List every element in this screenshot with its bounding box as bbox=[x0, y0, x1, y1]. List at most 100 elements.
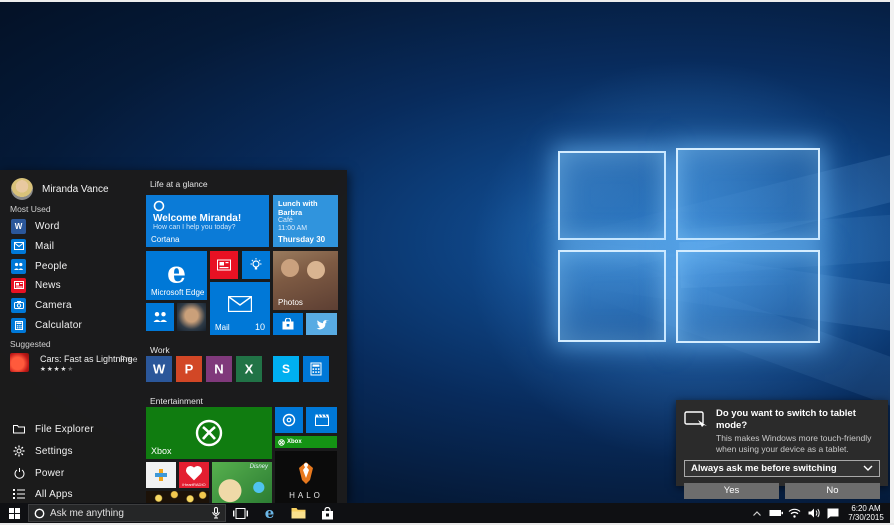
sidebar-item-people[interactable]: People bbox=[0, 256, 146, 276]
taskbar-search[interactable] bbox=[28, 504, 226, 522]
tile-calendar[interactable]: Lunch with Barbra Café 11:00 AM Thursday… bbox=[273, 195, 338, 247]
tile-powerpoint[interactable]: P bbox=[176, 356, 202, 382]
tile-movies-tv[interactable] bbox=[306, 407, 337, 433]
tile-label: Cortana bbox=[151, 235, 179, 244]
tablet-touch-icon bbox=[684, 410, 708, 455]
tablet-mode-dialog: Do you want to switch to tablet mode? Th… bbox=[676, 400, 888, 486]
iheartradio-label: iHeartRADIO bbox=[179, 482, 209, 487]
tablet-mode-dropdown[interactable]: Always ask me before switching bbox=[684, 460, 880, 477]
sidebar-item-settings[interactable]: Settings bbox=[0, 441, 146, 461]
tile-calculator[interactable] bbox=[303, 356, 329, 382]
word-logo-letter: W bbox=[153, 362, 165, 377]
onenote-logo-letter: N bbox=[214, 362, 223, 377]
file-explorer-taskbar-button[interactable] bbox=[284, 503, 313, 523]
no-button[interactable]: No bbox=[785, 483, 880, 499]
news-icon bbox=[217, 260, 231, 271]
folder-icon bbox=[291, 507, 306, 519]
sidebar-item-word[interactable]: W Word bbox=[0, 216, 146, 236]
people-icon bbox=[152, 311, 168, 323]
start-menu: Miranda Vance Most Used W Word Mail Peop… bbox=[0, 170, 347, 503]
wifi-icon[interactable] bbox=[785, 503, 804, 523]
tile-game[interactable] bbox=[146, 462, 176, 488]
sidebar-item-mail[interactable]: Mail bbox=[0, 236, 146, 256]
edge-logo-icon: e bbox=[167, 255, 186, 290]
power-icon bbox=[12, 466, 26, 480]
taskbar-clock[interactable]: 6:20 AM 7/30/2015 bbox=[842, 504, 894, 522]
tile-people[interactable] bbox=[146, 303, 174, 331]
tile-iheartradio[interactable]: iHeartRADIO bbox=[179, 462, 209, 488]
tile-word[interactable]: W bbox=[146, 356, 172, 382]
calendar-event: Lunch with Barbra bbox=[278, 199, 334, 218]
yes-button[interactable]: Yes bbox=[684, 483, 779, 499]
tile-news[interactable] bbox=[210, 251, 238, 279]
sidebar-item-power[interactable]: Power bbox=[0, 463, 146, 483]
microphone-icon[interactable] bbox=[212, 507, 220, 519]
tile-xbox-banner[interactable]: Xbox bbox=[275, 436, 337, 448]
clock-time: 6:20 AM bbox=[842, 504, 890, 513]
sidebar-item-news[interactable]: News bbox=[0, 275, 146, 295]
gear-icon bbox=[12, 444, 26, 458]
store-bag-icon bbox=[321, 507, 334, 520]
clock-date: 7/30/2015 bbox=[842, 513, 890, 522]
group-header-work: Work bbox=[150, 345, 170, 355]
star-empty: ★ bbox=[67, 366, 74, 373]
calendar-day: Thursday 30 bbox=[278, 235, 325, 244]
cortana-question: How can I help you today? bbox=[153, 224, 236, 231]
battery-icon[interactable] bbox=[766, 503, 785, 523]
tile-excel[interactable]: X bbox=[236, 356, 262, 382]
tile-frozen-free-fall[interactable]: Disney bbox=[212, 462, 272, 503]
user-name[interactable]: Miranda Vance bbox=[42, 184, 109, 195]
sidebar-item-all-apps[interactable]: All Apps bbox=[0, 484, 146, 503]
edge-taskbar-button[interactable]: e bbox=[255, 503, 284, 523]
tile-get-started[interactable] bbox=[242, 251, 270, 279]
sidebar-item-label: Mail bbox=[35, 241, 54, 252]
sidebar-item-label: People bbox=[35, 261, 67, 272]
sidebar-item-calculator[interactable]: Calculator bbox=[0, 315, 146, 335]
tile-popcorn[interactable] bbox=[146, 491, 209, 503]
windows-logo-pane bbox=[676, 148, 820, 240]
sidebar-item-camera[interactable]: Camera bbox=[0, 295, 146, 315]
tile-skype[interactable]: S bbox=[273, 356, 299, 382]
tile-microsoft-edge[interactable]: e Microsoft Edge bbox=[146, 251, 207, 300]
taskbar: e 6:20 AM 7/30/20 bbox=[0, 503, 894, 523]
suggested-app-rating: ★★★★★ bbox=[40, 365, 74, 373]
tile-halo[interactable]: HALO bbox=[275, 451, 337, 503]
volume-icon[interactable] bbox=[804, 503, 823, 523]
skype-logo-letter: S bbox=[282, 362, 290, 376]
task-view-button[interactable] bbox=[226, 503, 255, 523]
task-view-icon bbox=[233, 508, 248, 519]
word-icon: W bbox=[11, 219, 26, 234]
tray-overflow-chevron[interactable] bbox=[747, 503, 766, 523]
store-taskbar-button[interactable] bbox=[313, 503, 342, 523]
sidebar-item-label: Camera bbox=[35, 300, 72, 311]
search-input[interactable] bbox=[50, 508, 207, 519]
chevron-down-icon bbox=[863, 465, 873, 471]
tile-onenote[interactable]: N bbox=[206, 356, 232, 382]
tile-label: Xbox bbox=[151, 446, 172, 456]
tile-mail[interactable]: Mail 10 bbox=[210, 282, 270, 335]
sidebar-item-file-explorer[interactable]: File Explorer bbox=[0, 419, 146, 439]
groove-music-icon bbox=[282, 413, 296, 427]
xbox-logo-icon bbox=[192, 416, 226, 450]
tile-photos[interactable]: Photos bbox=[273, 251, 338, 310]
suggested-header: Suggested bbox=[10, 339, 51, 349]
start-button[interactable] bbox=[0, 503, 28, 523]
sidebar-item-label: Word bbox=[35, 221, 60, 232]
screenshot-border bbox=[890, 0, 894, 525]
heart-icon bbox=[188, 467, 201, 480]
tile-twitter[interactable] bbox=[306, 313, 337, 335]
suggested-app-icon[interactable] bbox=[10, 353, 29, 372]
tile-groove-music[interactable] bbox=[275, 407, 303, 433]
suggested-app-name[interactable]: Cars: Fast as Lightning bbox=[40, 354, 133, 364]
tile-store[interactable] bbox=[273, 313, 303, 335]
tile-photo-contact[interactable] bbox=[177, 303, 206, 331]
action-center-icon[interactable] bbox=[823, 503, 842, 523]
tile-cortana[interactable]: Welcome Miranda! How can I help you toda… bbox=[146, 195, 269, 247]
screenshot-border bbox=[0, 0, 894, 2]
sidebar-item-label: Power bbox=[35, 468, 64, 479]
stars-filled: ★★★★ bbox=[40, 366, 67, 373]
dialog-body: This makes Windows more touch-friendly w… bbox=[716, 433, 880, 455]
windows-logo-pane bbox=[558, 151, 666, 240]
user-avatar[interactable] bbox=[11, 178, 33, 200]
tile-xbox[interactable]: Xbox bbox=[146, 407, 272, 459]
